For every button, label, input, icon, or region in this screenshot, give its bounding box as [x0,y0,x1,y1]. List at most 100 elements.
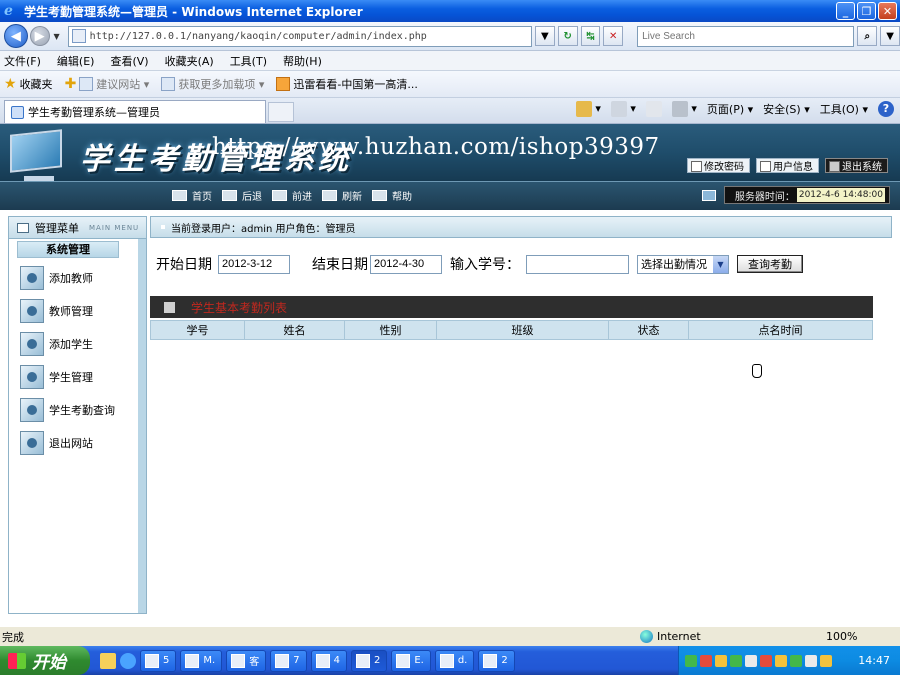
change-password-button[interactable]: 修改密码 [687,158,750,173]
search-box [637,25,855,47]
forward-button[interactable]: ▶ [29,26,50,46]
sidebar: 管理菜单 MAIN MENU 系统管理 添加教师 教师管理 添加学生 学生管理 … [8,216,147,614]
disk-icon [439,653,454,668]
tray-icon[interactable] [685,654,697,667]
chevron-down-icon: ▼ [713,255,728,273]
zoom-level[interactable]: 100% [826,630,857,643]
sidebar-scroll-strip[interactable] [138,239,146,613]
stop-button[interactable]: ✕ [603,26,624,46]
tray-icon[interactable] [730,654,742,667]
taskbar-qq2[interactable]: 2 [478,649,515,672]
taskbar-disk[interactable]: d. [434,649,475,672]
xunlei-link[interactable]: 迅雷看看-中国第一高清... [276,76,418,92]
nav-links: 首页 后退 前进 刷新 帮助 [172,188,422,203]
search-go-button[interactable]: ⌕ [857,26,878,46]
help-icon[interactable]: ? [878,101,894,117]
col-gender: 性别 [344,320,437,340]
bullet-icon [161,225,165,229]
tray-icon[interactable] [790,654,802,667]
start-label: 开始 [32,653,66,673]
tray-icon[interactable] [745,654,757,667]
taskbar-label: 客 [249,657,260,668]
address-dropdown-button[interactable]: ▼ [534,26,555,46]
col-rollcall-time: 点名时间 [688,320,873,340]
sidebar-item-add-student[interactable]: 添加学生 [20,331,131,357]
print-button[interactable]: ▾ [671,101,697,117]
favorites-button[interactable]: ★ 收藏夹 [4,76,53,92]
feeds-button[interactable]: ▾ [610,101,636,117]
nav-home[interactable]: 首页 [172,188,212,203]
rss-icon [610,101,627,117]
taskbar-label: E. [414,655,424,666]
mouse-cursor [752,364,762,378]
tray-icon[interactable] [805,654,817,667]
user-info-button[interactable]: 用户信息 [756,158,819,173]
attendance-status-select[interactable]: 选择出勤情况 ▼ [637,254,729,274]
taskbar-qq[interactable]: 4 [310,649,347,672]
ie-icon[interactable] [120,652,136,669]
end-date-input[interactable] [370,254,442,274]
sidebar-item-student-manage[interactable]: 学生管理 [20,364,131,390]
menu-file[interactable]: 文件(F) [4,53,41,69]
menu-bar: 文件(F) 编辑(E) 查看(V) 收藏夹(A) 工具(T) 帮助(H) [0,51,900,71]
home-button[interactable]: ▾ [575,101,601,117]
print-caret: ▾ [691,102,697,115]
sidebar-item-attendance-query[interactable]: 学生考勤查询 [20,397,131,423]
tray-icon[interactable] [715,654,727,667]
sidebar-item-teacher-manage[interactable]: 教师管理 [20,298,131,324]
windows-flag-icon [8,652,26,669]
get-addons-link[interactable]: 获取更多加载项 ▾ [161,76,264,92]
nav-refresh[interactable]: 刷新 [322,188,362,203]
menu-tools[interactable]: 工具(T) [230,53,267,69]
recent-pages-dropdown[interactable]: ▼ [54,32,60,41]
menu-edit[interactable]: 编辑(E) [57,53,95,69]
folder-icon[interactable] [100,652,116,669]
mail-button[interactable] [645,101,662,117]
menu-view[interactable]: 查看(V) [110,53,148,69]
start-button[interactable]: 开始 [0,646,90,675]
taskbar-clock[interactable]: 14:47 [858,654,890,667]
tray-icon[interactable] [775,654,787,667]
query-attendance-button[interactable]: 查询考勤 [737,255,803,273]
new-tab-button[interactable] [268,102,294,122]
sidebar-item-add-teacher[interactable]: 添加教师 [20,265,131,291]
page-menu[interactable]: 页面(P) ▾ [707,101,753,117]
sidebar-item-exit[interactable]: 退出网站 [20,430,131,456]
tray-icon[interactable] [820,654,832,667]
taskbar-ie[interactable]: 2 [350,649,388,672]
menu-favorites[interactable]: 收藏夹(A) [165,53,214,69]
current-user-text: 当前登录用户：admin 用户角色：管理员 [171,223,356,235]
result-title-bar: 学生基本考勤列表 [150,296,873,318]
taskbar-chat[interactable]: 客 [226,649,267,672]
system-header: 学生考勤管理系统 https://www.huzhan.com/ishop393… [0,124,900,181]
tray-icon[interactable] [760,654,772,667]
logout-button[interactable]: 退出系统 [825,158,888,173]
nav-back[interactable]: 后退 [222,188,262,203]
suggested-sites-link[interactable]: ✚ 建议网站 ▾ [65,76,150,92]
student-id-input[interactable] [526,254,629,274]
back-button[interactable]: ◀ [4,24,28,48]
printer-icon [671,101,688,117]
restore-button[interactable]: ❐ [857,2,876,20]
taskbar-excel[interactable]: M. [180,649,223,672]
compat-view-button[interactable]: ↻ [557,26,578,46]
search-options-button[interactable]: ▼ [880,26,900,46]
gear-icon [20,299,44,323]
taskbar-editor[interactable]: E. [391,649,431,672]
nav-forward[interactable]: 前进 [272,188,312,203]
address-input[interactable] [89,30,520,42]
tools-menu[interactable]: 工具(O) ▾ [820,101,868,117]
tray-icon[interactable] [700,654,712,667]
refresh-button[interactable]: ↹ [580,26,601,46]
start-date-input[interactable] [218,254,290,274]
minimize-button[interactable]: _ [836,2,855,20]
taskbar-word[interactable]: 5 [140,649,177,672]
safety-menu[interactable]: 安全(S) ▾ [763,101,810,117]
folder-icon [275,653,290,668]
menu-help[interactable]: 帮助(H) [283,53,322,69]
nav-help[interactable]: 帮助 [372,188,412,203]
close-button[interactable]: ✕ [878,2,897,20]
search-input[interactable] [642,30,838,42]
tab-current[interactable]: 学生考勤管理系统—管理员 [4,100,266,123]
taskbar-folders[interactable]: 7 [270,649,307,672]
